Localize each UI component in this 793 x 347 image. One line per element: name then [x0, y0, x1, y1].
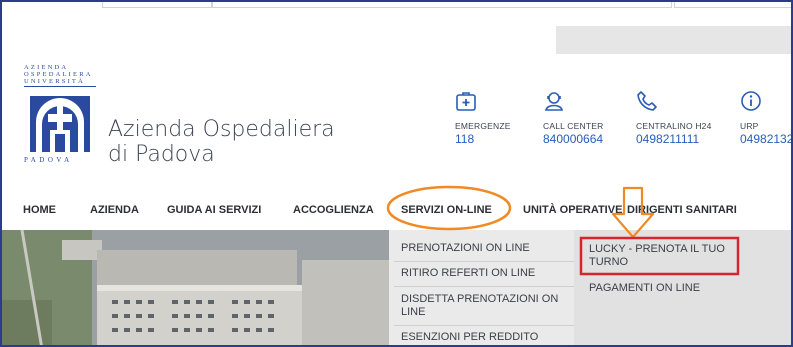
menu-item-lucky-prenota-turno[interactable]: LUCKY - PRENOTA IL TUO TURNO	[589, 243, 735, 269]
operator-icon	[545, 92, 563, 111]
logo-line-3: UNIVERSITÀ	[24, 78, 96, 87]
logo-line-2: OSPEDALIERA	[24, 71, 93, 78]
nav-guida-ai-servizi[interactable]: GUIDA AI SERVIZI	[167, 204, 261, 216]
nav-azienda[interactable]: AZIENDA	[90, 204, 139, 216]
browser-top-strip	[2, 2, 791, 10]
dropdown-divider	[394, 261, 574, 262]
dropdown-divider	[394, 286, 574, 287]
logo-line-1: AZIENDA	[24, 64, 69, 71]
nav-dirigenti-sanitari[interactable]: DIRIGENTI SANITARI	[627, 204, 737, 216]
info-icon	[741, 91, 761, 111]
main-nav: HOME AZIENDA GUIDA AI SERVIZI ACCOGLIENZ…	[2, 195, 791, 225]
hospital-arch-logo-icon	[30, 96, 90, 152]
contact-label: CALL CENTER	[543, 121, 604, 131]
brand-name[interactable]: Azienda Ospedaliera di Padova	[108, 117, 335, 167]
search-area[interactable]	[556, 26, 791, 54]
browser-frame: AZIENDA OSPEDALIERA UNIVERSITÀ PADOVA Az…	[0, 0, 793, 347]
nav-home[interactable]: HOME	[23, 204, 56, 216]
brand-line-2: di Padova	[108, 142, 215, 167]
menu-item-disdetta-prenotazioni[interactable]: DISDETTA PRENOTAZIONI ON LINE	[401, 293, 561, 319]
contact-number: 840000664	[543, 132, 604, 146]
dropdown-divider	[394, 325, 574, 326]
first-aid-icon	[456, 92, 476, 111]
contact-number: 118	[455, 132, 475, 146]
contact-label: URP	[740, 121, 759, 131]
brand-line-1: Azienda Ospedaliera	[108, 117, 335, 142]
contact-call-center[interactable]: CALL CENTER 840000664	[543, 90, 603, 146]
nav-servizi-on-line[interactable]: SERVIZI ON-LINE	[401, 204, 492, 216]
contact-number: 04982132	[740, 132, 793, 146]
contact-label: CENTRALINO H24	[636, 121, 712, 131]
menu-item-esenzioni-reddito[interactable]: ESENZIONI PER REDDITO	[401, 331, 571, 344]
nav-unita-operative[interactable]: UNITÀ OPERATIVE	[523, 204, 622, 216]
contact-urp[interactable]: URP 04982132	[740, 90, 793, 146]
contact-emergenze[interactable]: EMERGENZE 118	[455, 90, 511, 146]
nav-accoglienza[interactable]: ACCOGLIENZA	[293, 204, 374, 216]
hospital-logo[interactable]: AZIENDA OSPEDALIERA UNIVERSITÀ PADOVA	[24, 64, 96, 170]
menu-item-pagamenti-online[interactable]: PAGAMENTI ON LINE	[589, 282, 735, 295]
contact-centralino[interactable]: CENTRALINO H24 0498211111	[636, 90, 712, 146]
menu-item-prenotazioni-online[interactable]: PRENOTAZIONI ON LINE	[401, 242, 571, 255]
contact-label: EMERGENZE	[455, 121, 511, 131]
phone-icon	[637, 91, 657, 111]
logo-city: PADOVA	[24, 156, 73, 164]
menu-item-ritiro-referti[interactable]: RITIRO REFERTI ON LINE	[401, 267, 571, 280]
contact-number: 0498211111	[636, 132, 700, 146]
